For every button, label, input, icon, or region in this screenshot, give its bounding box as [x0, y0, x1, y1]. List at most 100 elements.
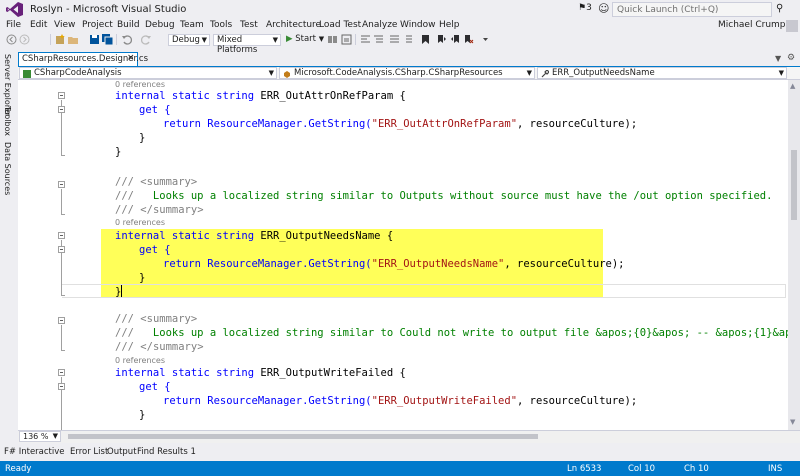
code-line[interactable]: internal static string ERR_OutAttrOnRefP…	[115, 89, 406, 103]
code-line[interactable]: internal static string ERR_OutputNeedsNa…	[115, 229, 393, 243]
quick-launch-input[interactable]: Quick Launch (Ctrl+Q)	[612, 2, 772, 17]
format-icon[interactable]	[360, 34, 371, 45]
solution-configuration-dropdown[interactable]: Debug ▼	[168, 34, 210, 46]
horizontal-scroll-thumb[interactable]	[68, 434, 538, 439]
next-bookmark-icon[interactable]	[450, 34, 461, 45]
code-line[interactable]: }	[115, 145, 121, 159]
collapse-region-icon[interactable]	[58, 181, 65, 188]
solution-platform-dropdown[interactable]: Mixed Platforms ▼	[213, 34, 281, 55]
start-debugging-button[interactable]: ▶ Start ▼	[286, 34, 324, 44]
code-text: ERR_OutputWriteFailed {	[254, 367, 406, 379]
menu-help[interactable]: Help	[439, 20, 460, 30]
collapse-region-icon[interactable]	[58, 369, 65, 376]
tab-overflow-icon[interactable]: ▼	[775, 54, 781, 63]
collapse-region-icon[interactable]	[58, 92, 65, 99]
indent-icon[interactable]	[402, 34, 413, 45]
code-line[interactable]: /// <summary>	[115, 175, 197, 189]
save-icon[interactable]	[89, 34, 100, 45]
code-line[interactable]: /// </summary>	[115, 203, 204, 217]
start-label: Start	[295, 34, 317, 44]
standard-toolbar	[0, 33, 800, 47]
code-line[interactable]: internal static string ERR_OutputWriteFa…	[115, 366, 406, 380]
flag-icon: ⚑	[578, 3, 587, 13]
zoom-dropdown[interactable]: 136 % ▼	[19, 431, 61, 442]
menu-architecture[interactable]: Architecture	[266, 20, 321, 30]
collapse-region-icon[interactable]	[58, 232, 65, 239]
code-text: ERR_OutAttrOnRefParam {	[254, 90, 406, 102]
codelens-references[interactable]: 0 references	[115, 218, 165, 228]
code-line[interactable]: }	[139, 408, 145, 422]
vertical-scrollbar[interactable]	[788, 80, 800, 430]
code-line[interactable]: return ResourceManager.GetString("ERR_Ou…	[163, 257, 625, 271]
signed-in-user[interactable]: Michael Crump	[718, 20, 786, 30]
forward-icon[interactable]	[19, 34, 30, 45]
menu-team[interactable]: Team	[180, 20, 204, 30]
code-text: , resourceCulture);	[517, 395, 638, 407]
code-line[interactable]: /// </summary>	[115, 340, 204, 354]
fsharp-interactive-tab[interactable]: F# Interactive	[4, 447, 65, 457]
code-line[interactable]: get {	[139, 243, 171, 257]
code-line[interactable]: /// <summary>	[115, 312, 197, 326]
menu-analyze[interactable]: Analyze	[362, 20, 397, 30]
uncomment-icon[interactable]	[373, 34, 384, 45]
feedback-smiley-icon[interactable]: ☺	[598, 2, 609, 15]
code-line[interactable]: }	[139, 271, 145, 285]
collapse-region-icon[interactable]	[58, 106, 65, 113]
vertical-scroll-thumb[interactable]	[791, 150, 797, 220]
attach-icon[interactable]	[327, 34, 338, 45]
member-dropdown[interactable]: ERR_OutputNeedsName ▼	[537, 67, 787, 79]
scroll-down-icon[interactable]: ▼	[790, 418, 795, 426]
menu-debug[interactable]: Debug	[145, 20, 175, 30]
notifications-button[interactable]: ⚑3	[578, 3, 592, 13]
code-text: ERR_OutputNeedsName {	[254, 230, 394, 242]
codelens-references[interactable]: 0 references	[115, 356, 165, 366]
prev-bookmark-icon[interactable]	[436, 34, 447, 45]
code-line[interactable]: /// Looks up a localized string similar …	[115, 326, 800, 340]
clear-bookmarks-icon[interactable]	[463, 34, 474, 45]
customize-toolbar-icon[interactable]	[480, 34, 491, 45]
new-project-icon[interactable]	[55, 34, 66, 45]
menu-project[interactable]: Project	[82, 20, 113, 30]
code-line[interactable]: }	[139, 131, 145, 145]
code-line[interactable]: }	[115, 285, 123, 299]
type-dropdown[interactable]: Microsoft.CodeAnalysis.CSharp.CSharpReso…	[279, 67, 535, 79]
gear-icon[interactable]: ⚙	[787, 53, 795, 63]
platform-value: Mixed Platforms	[217, 35, 258, 55]
menu-test[interactable]: Test	[240, 20, 258, 30]
data-sources-tab[interactable]: Data Sources	[3, 142, 12, 195]
menu-window[interactable]: Window	[400, 20, 436, 30]
code-line[interactable]: return ResourceManager.GetString("ERR_Ou…	[163, 117, 637, 131]
code-line[interactable]: return ResourceManager.GetString("ERR_Ou…	[163, 394, 637, 408]
menu-file[interactable]: File	[6, 20, 21, 30]
menu-tools[interactable]: Tools	[210, 20, 232, 30]
collapse-region-icon[interactable]	[58, 246, 65, 253]
output-tab[interactable]: Output	[107, 447, 137, 457]
save-all-icon[interactable]	[102, 34, 113, 45]
code-line[interactable]: get {	[139, 380, 171, 394]
close-tab-icon[interactable]: ×	[127, 53, 135, 63]
menu-build[interactable]: Build	[117, 20, 140, 30]
code-line[interactable]: get {	[139, 103, 171, 117]
collapse-region-icon[interactable]	[58, 383, 65, 390]
menu-edit[interactable]: Edit	[30, 20, 47, 30]
project-dropdown[interactable]: CSharpCodeAnalysis ▼	[19, 67, 277, 79]
toolbox-tab[interactable]: Toolbox	[3, 106, 12, 136]
user-avatar[interactable]	[786, 20, 798, 32]
chevron-down-icon: ▼	[272, 36, 278, 44]
undo-icon[interactable]	[121, 34, 132, 45]
menu-load-test[interactable]: Load Test	[319, 20, 361, 30]
error-list-tab[interactable]: Error List	[70, 447, 108, 457]
redo-icon[interactable]	[141, 34, 152, 45]
bookmark-icon[interactable]	[420, 34, 431, 45]
code-line[interactable]: /// Looks up a localized string similar …	[115, 189, 772, 203]
search-icon[interactable]: ⚲	[776, 3, 783, 14]
scroll-up-icon[interactable]: ▲	[790, 82, 795, 90]
toolbar-icon[interactable]	[341, 34, 352, 45]
collapse-region-icon[interactable]	[58, 317, 65, 324]
open-file-icon[interactable]	[68, 34, 79, 45]
menu-view[interactable]: View	[54, 20, 75, 30]
back-icon[interactable]	[6, 34, 17, 45]
visual-studio-logo-icon	[6, 2, 23, 17]
comment-icon[interactable]	[389, 34, 400, 45]
find-results-tab[interactable]: Find Results 1	[137, 447, 196, 457]
